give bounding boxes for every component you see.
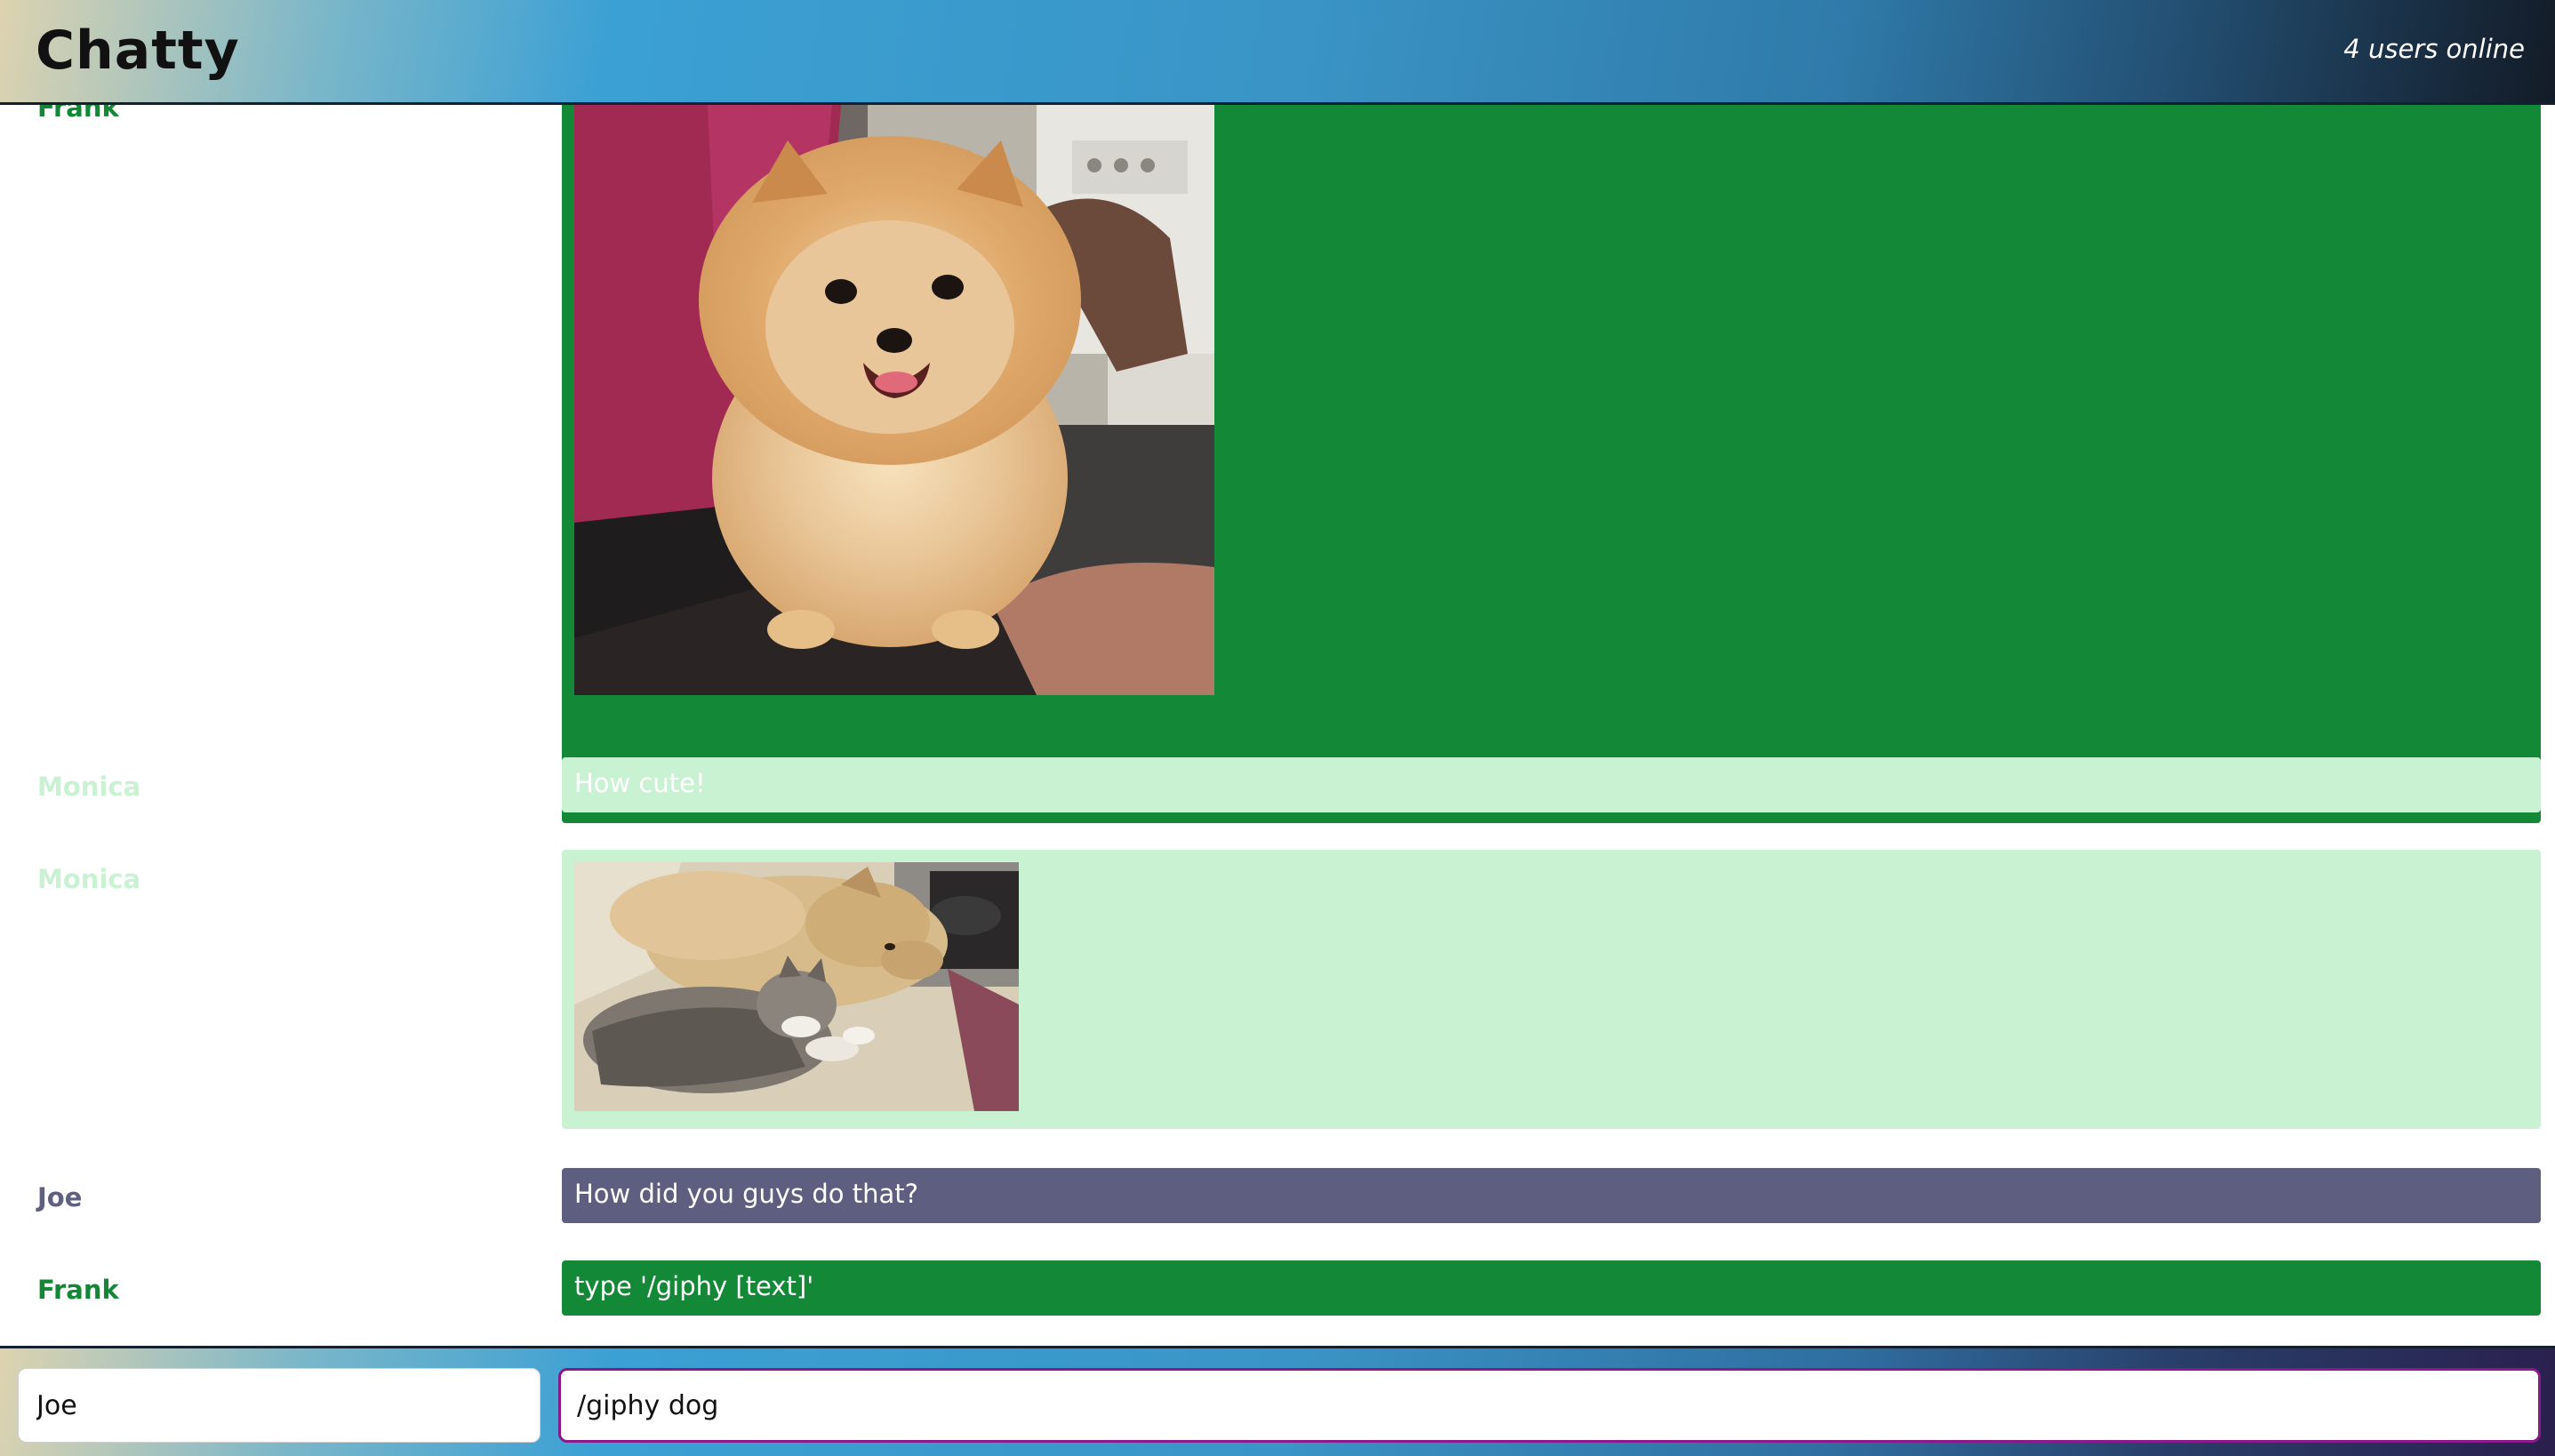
- message-text: How did you guys do that?: [574, 1179, 919, 1209]
- app-title: Chatty: [36, 20, 240, 82]
- users-online-count: 4 users online: [2343, 34, 2525, 64]
- message-username: Monica: [37, 864, 141, 894]
- message-bubble: [562, 850, 2541, 1129]
- message-text: type '/giphy [text]': [574, 1271, 814, 1301]
- gif-image-pomeranian: [574, 105, 1214, 695]
- message-row: Frank: [0, 105, 2555, 823]
- chat-bar: [0, 1346, 2555, 1456]
- message-row: Frank type '/giphy [text]': [0, 1260, 2555, 1316]
- message-row: Monica How cute!: [0, 757, 2555, 812]
- message-input[interactable]: [558, 1368, 2541, 1443]
- message-username: Joe: [37, 1182, 83, 1212]
- message-list[interactable]: Frank Monica How cute! Monica Joe How di…: [0, 105, 2555, 1346]
- app-header: Chatty 4 users online: [0, 0, 2555, 105]
- message-bubble: type '/giphy [text]': [562, 1260, 2541, 1316]
- message-row: Joe How did you guys do that?: [0, 1168, 2555, 1223]
- gif-image-dog-and-cat: [574, 862, 1019, 1111]
- message-text: How cute!: [574, 768, 706, 798]
- username-input[interactable]: [18, 1368, 541, 1443]
- message-row: Monica: [0, 850, 2555, 1129]
- message-bubble: How did you guys do that?: [562, 1168, 2541, 1223]
- message-username: Frank: [37, 105, 119, 123]
- message-username: Frank: [37, 1275, 119, 1305]
- message-bubble: How cute!: [562, 757, 2541, 812]
- message-username: Monica: [37, 772, 141, 802]
- message-bubble: [562, 105, 2541, 823]
